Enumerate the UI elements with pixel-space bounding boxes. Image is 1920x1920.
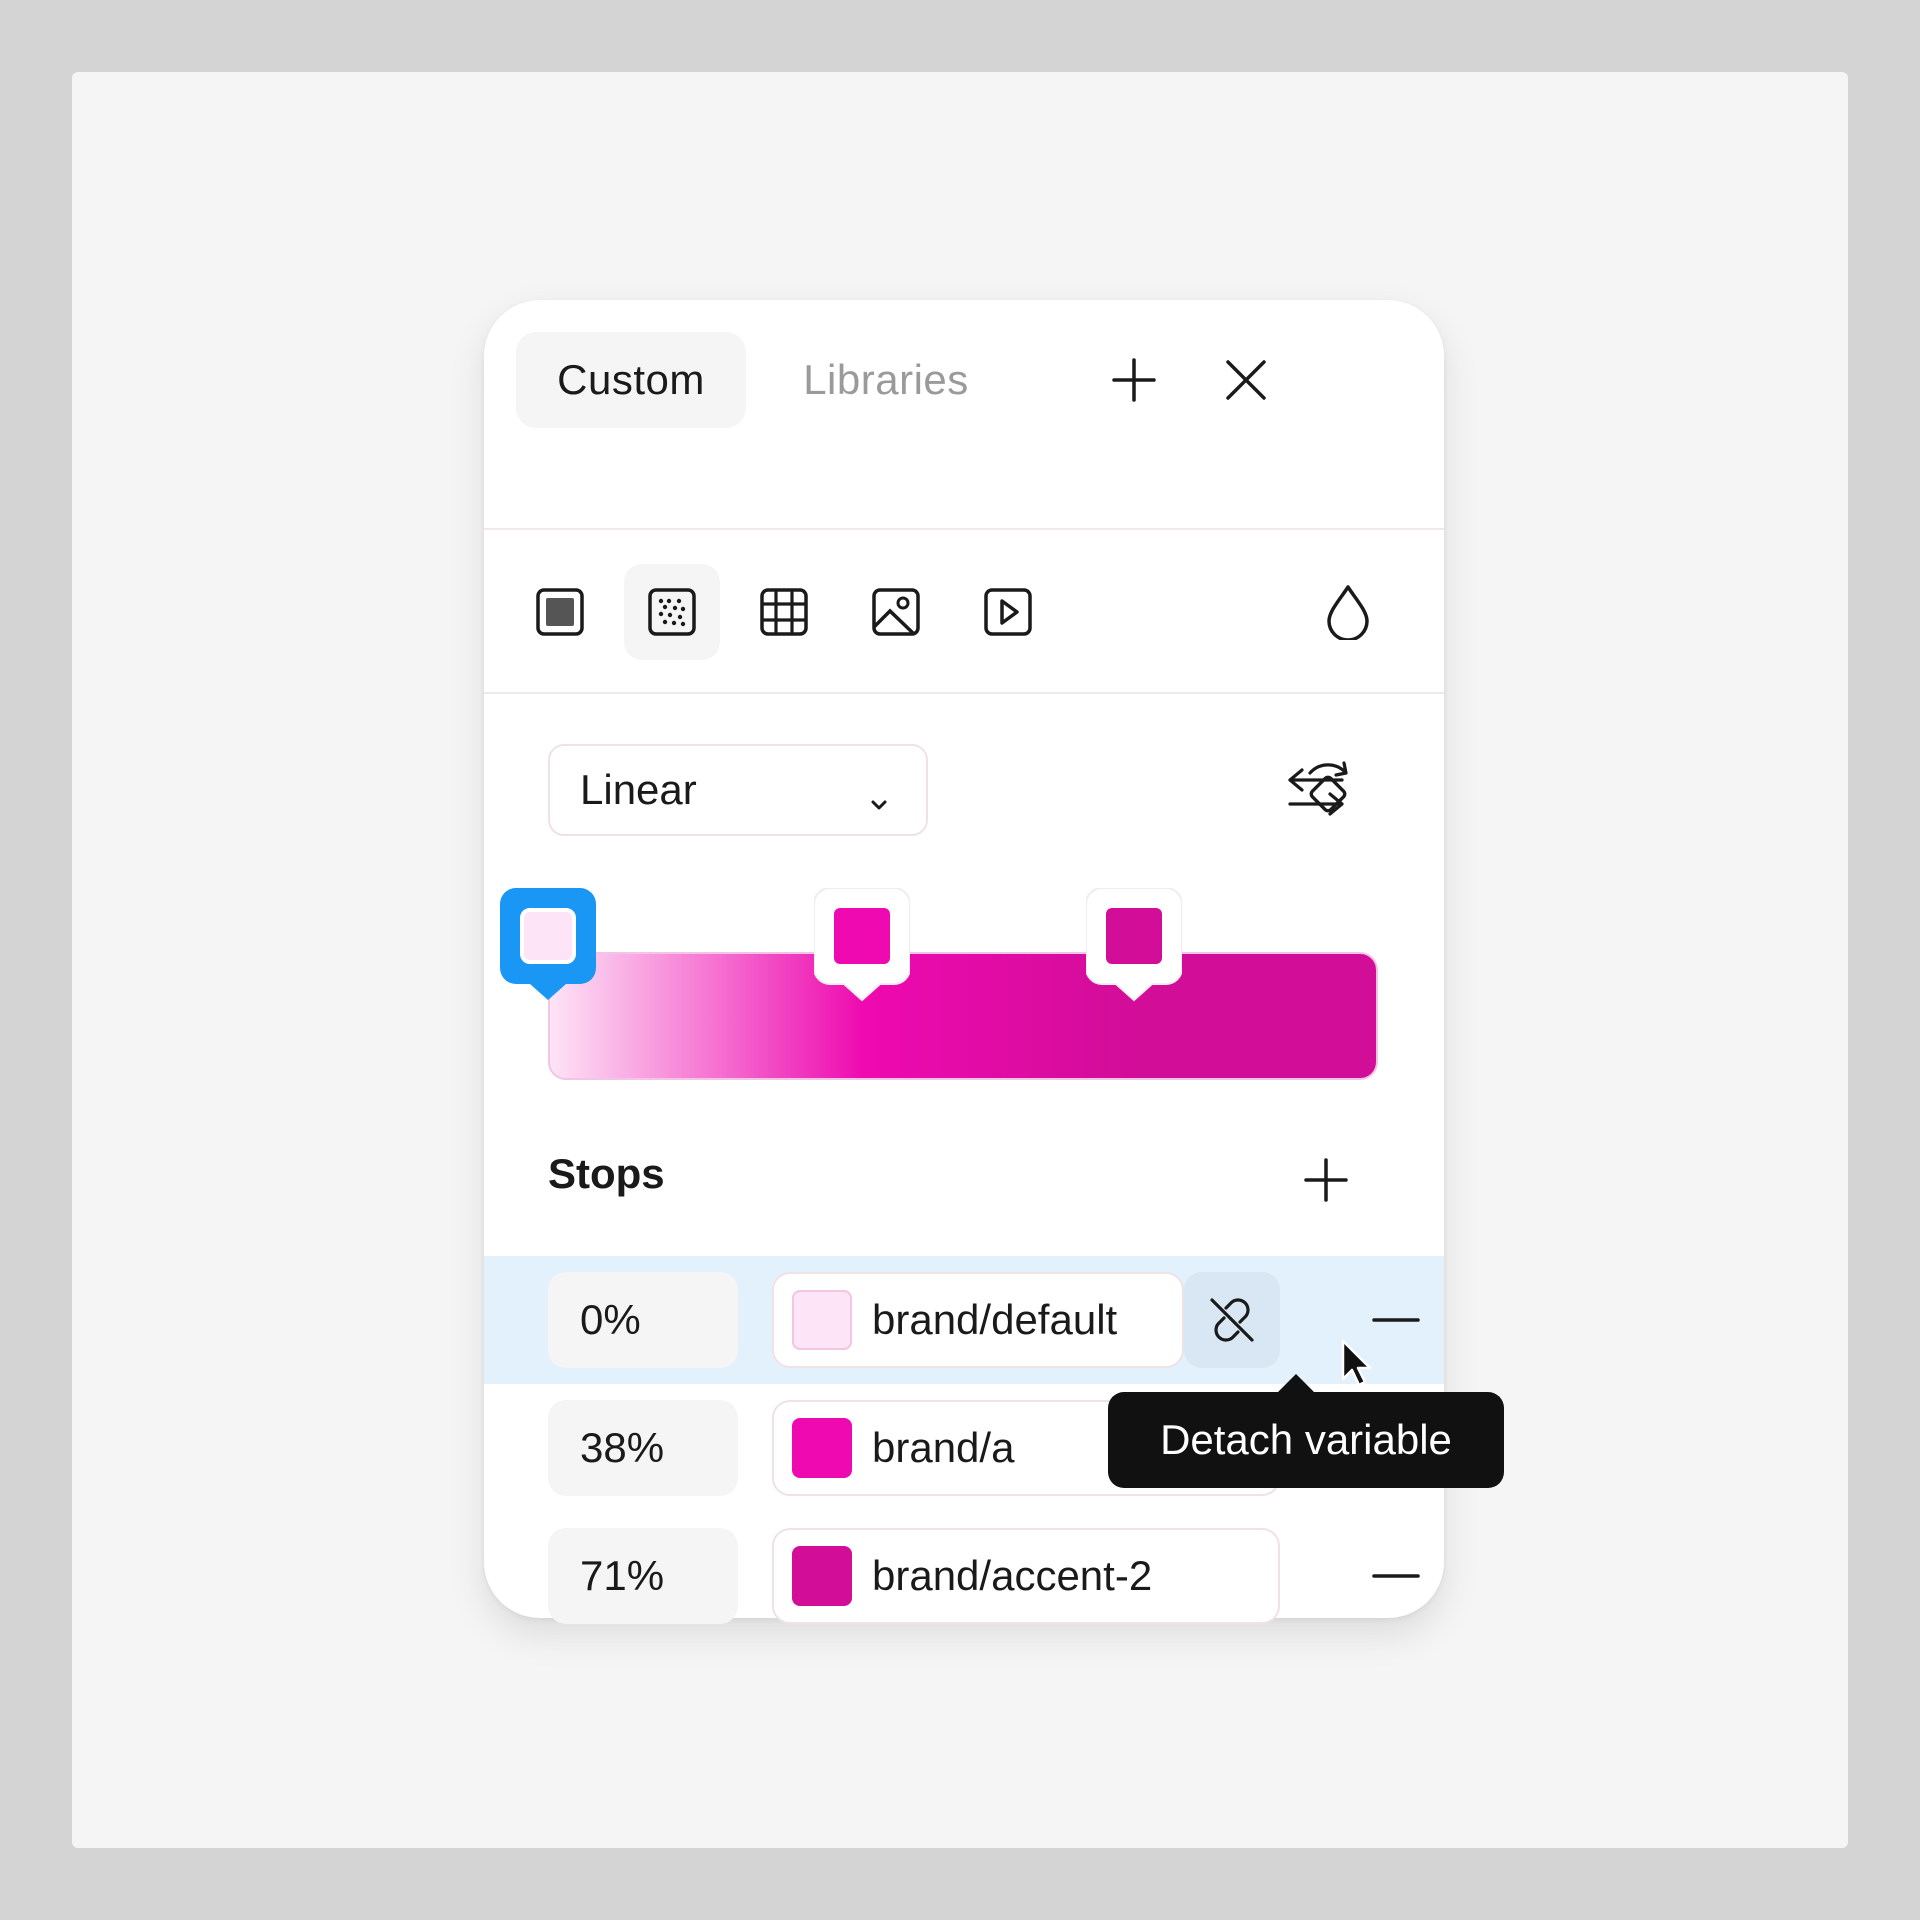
tab-custom[interactable]: Custom — [516, 332, 746, 428]
stop-position-input[interactable]: 38% — [548, 1400, 738, 1496]
fill-picker-panel: Custom Libraries Linear Stops 0% brand/d… — [484, 300, 1504, 1624]
chevron-down-icon — [868, 778, 890, 826]
variable-name: brand/a — [872, 1424, 1015, 1471]
stop-color-variable[interactable]: brand/accent-2 — [772, 1528, 1280, 1624]
stop-color-variable[interactable]: brand/default — [772, 1272, 1184, 1368]
color-swatch — [792, 1546, 852, 1606]
tab-libraries[interactable]: Libraries — [786, 332, 986, 428]
header-divider — [484, 528, 1444, 530]
pattern-icon[interactable] — [736, 564, 832, 660]
solid-icon[interactable] — [512, 564, 608, 660]
gradient-type-select[interactable]: Linear — [548, 744, 928, 836]
section-divider — [484, 692, 1444, 694]
gradient-bar[interactable] — [548, 952, 1378, 1080]
video-icon[interactable] — [960, 564, 1056, 660]
add-stop-icon[interactable] — [1296, 1150, 1356, 1210]
gradient-type-label: Linear — [580, 766, 697, 813]
remove-stop-icon[interactable] — [1364, 1556, 1428, 1596]
close-icon[interactable] — [1216, 350, 1276, 410]
canvas-background: Custom Libraries Linear Stops 0% brand/d… — [72, 72, 1848, 1848]
detach-variable-tooltip: Detach variable — [1108, 1392, 1504, 1488]
variable-name: brand/default — [872, 1296, 1118, 1343]
detach-variable-icon[interactable] — [1184, 1272, 1280, 1368]
gradient-stop-handle[interactable] — [1085, 887, 1183, 1008]
add-icon[interactable] — [1104, 350, 1164, 410]
stop-row[interactable]: 71% brand/accent-2 — [484, 1512, 1444, 1640]
rotate-icon[interactable] — [1294, 756, 1362, 824]
gradient-stop-handle-selected[interactable] — [500, 888, 596, 1008]
gradient-icon[interactable] — [624, 564, 720, 660]
stop-position-input[interactable]: 71% — [548, 1528, 738, 1624]
stop-position-input[interactable]: 0% — [548, 1272, 738, 1368]
mouse-cursor-icon — [1340, 1338, 1374, 1393]
stops-heading: Stops — [548, 1150, 665, 1197]
color-swatch — [792, 1290, 852, 1350]
remove-stop-icon[interactable] — [1364, 1300, 1428, 1340]
stop-row[interactable]: 0% brand/default — [484, 1256, 1444, 1384]
gradient-stop-handle[interactable] — [813, 887, 911, 1008]
color-swatch — [792, 1418, 852, 1478]
image-icon[interactable] — [848, 564, 944, 660]
opacity-drop-icon[interactable] — [1300, 564, 1396, 660]
variable-name: brand/accent-2 — [872, 1552, 1153, 1599]
